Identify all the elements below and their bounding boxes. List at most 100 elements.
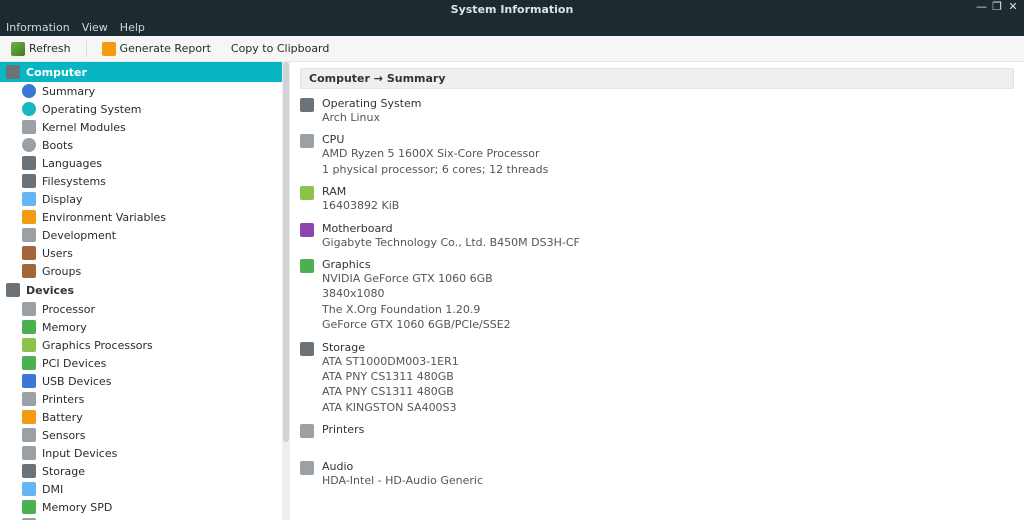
summary-value: NVIDIA GeForce GTX 1060 6GB	[322, 271, 1014, 286]
summary-icon	[300, 134, 314, 148]
tree-item-operating-system[interactable]: Operating System	[0, 100, 282, 118]
tree-item-label: Filesystems	[42, 175, 106, 188]
summary-value: GeForce GTX 1060 6GB/PCIe/SSE2	[322, 317, 1014, 332]
refresh-button[interactable]: Refresh	[6, 39, 76, 59]
tree-item-processor[interactable]: Processor	[0, 300, 282, 318]
tree-item-icon	[22, 264, 36, 278]
summary-block-ram: RAM16403892 KiB	[300, 185, 1014, 213]
tree-item-label: Languages	[42, 157, 102, 170]
tree-item-memory-spd[interactable]: Memory SPD	[0, 498, 282, 516]
window-controls: — ❐ ✕	[976, 2, 1018, 12]
summary-title: Motherboard	[322, 222, 1014, 235]
summary-value: ATA KINGSTON SA400S3	[322, 400, 1014, 415]
menu-bar: Information View Help	[0, 18, 1024, 36]
summary-block-printers: Printers	[300, 423, 1014, 438]
sidebar-scrollbar[interactable]	[282, 62, 290, 520]
tree-item-boots[interactable]: Boots	[0, 136, 282, 154]
tree-item-development[interactable]: Development	[0, 226, 282, 244]
tree-item-icon	[22, 102, 36, 116]
restore-button[interactable]: ❐	[992, 2, 1002, 12]
tree-item-usb-devices[interactable]: USB Devices	[0, 372, 282, 390]
tree-item-icon	[22, 174, 36, 188]
summary-title: Graphics	[322, 258, 1014, 271]
tree-item-label: Display	[42, 193, 83, 206]
summary-icon	[300, 223, 314, 237]
tree-item-label: Groups	[42, 265, 81, 278]
tree-item-label: Storage	[42, 465, 85, 478]
tree-item-storage[interactable]: Storage	[0, 462, 282, 480]
tree-item-label: Memory SPD	[42, 501, 112, 514]
tree-item-printers[interactable]: Printers	[0, 390, 282, 408]
tree-item-summary[interactable]: Summary	[0, 82, 282, 100]
section-icon	[6, 65, 20, 79]
tree-item-label: Input Devices	[42, 447, 117, 460]
summary-title: Printers	[322, 423, 1014, 436]
tree-item-label: Boots	[42, 139, 73, 152]
tree-item-icon	[22, 392, 36, 406]
tree-item-icon	[22, 374, 36, 388]
main-pane: Computer → Summary Operating SystemArch …	[290, 62, 1024, 520]
menu-information[interactable]: Information	[6, 21, 70, 34]
summary-icon	[300, 424, 314, 438]
tree-item-dmi[interactable]: DMI	[0, 480, 282, 498]
tree-section-computer[interactable]: Computer	[0, 62, 282, 82]
generate-report-button[interactable]: Generate Report	[97, 39, 216, 59]
tree-item-languages[interactable]: Languages	[0, 154, 282, 172]
summary-block-audio: AudioHDA-Intel - HD-Audio Generic	[300, 460, 1014, 488]
tree-item-resources[interactable]: Resources	[0, 516, 282, 520]
tree-item-icon	[22, 338, 36, 352]
tree-section-devices[interactable]: Devices	[0, 280, 282, 300]
close-button[interactable]: ✕	[1008, 2, 1018, 12]
tree-item-label: Graphics Processors	[42, 339, 153, 352]
summary-title: CPU	[322, 133, 1014, 146]
tree-item-label: PCI Devices	[42, 357, 106, 370]
summary-title: RAM	[322, 185, 1014, 198]
spacer	[300, 442, 1014, 452]
summary-value: 3840x1080	[322, 286, 1014, 301]
summary-value: Arch Linux	[322, 110, 1014, 125]
menu-view[interactable]: View	[82, 21, 108, 34]
tree-item-label: Kernel Modules	[42, 121, 126, 134]
tree-item-kernel-modules[interactable]: Kernel Modules	[0, 118, 282, 136]
tree-item-pci-devices[interactable]: PCI Devices	[0, 354, 282, 372]
copy-clipboard-button[interactable]: Copy to Clipboard	[226, 39, 334, 58]
tree-item-display[interactable]: Display	[0, 190, 282, 208]
tree-item-icon	[22, 428, 36, 442]
tree-item-environment-variables[interactable]: Environment Variables	[0, 208, 282, 226]
tree-item-label: DMI	[42, 483, 63, 496]
summary-icon	[300, 186, 314, 200]
tree-item-label: Development	[42, 229, 116, 242]
tree-item-icon	[22, 246, 36, 260]
sidebar-tree[interactable]: ComputerSummaryOperating System Kernel Mo…	[0, 62, 282, 520]
summary-title: Operating System	[322, 97, 1014, 110]
section-icon	[6, 283, 20, 297]
tree-item-memory[interactable]: Memory	[0, 318, 282, 336]
tree-item-label: Memory	[42, 321, 87, 334]
tree-item-icon	[22, 446, 36, 460]
tree-item-filesystems[interactable]: Filesystems	[0, 172, 282, 190]
scrollbar-thumb[interactable]	[283, 62, 289, 442]
refresh-label: Refresh	[29, 42, 71, 55]
summary-icon	[300, 342, 314, 356]
copy-clipboard-label: Copy to Clipboard	[231, 42, 329, 55]
tree-item-icon	[22, 320, 36, 334]
tree-item-icon	[22, 464, 36, 478]
minimize-button[interactable]: —	[976, 2, 986, 12]
tree-item-label: Printers	[42, 393, 84, 406]
tree-item-users[interactable]: Users	[0, 244, 282, 262]
tree-item-label: Environment Variables	[42, 211, 166, 224]
tree-item-sensors[interactable]: Sensors	[0, 426, 282, 444]
window-title: System Information	[451, 3, 574, 16]
summary-value: 16403892 KiB	[322, 198, 1014, 213]
tree-item-graphics-processors[interactable]: Graphics Processors	[0, 336, 282, 354]
summary-icon	[300, 461, 314, 475]
generate-report-label: Generate Report	[120, 42, 211, 55]
section-label: Devices	[26, 284, 74, 297]
refresh-icon	[11, 42, 25, 56]
tree-item-battery[interactable]: Battery	[0, 408, 282, 426]
menu-help[interactable]: Help	[120, 21, 145, 34]
tree-item-groups[interactable]: Groups	[0, 262, 282, 280]
tree-item-input-devices[interactable]: Input Devices	[0, 444, 282, 462]
tree-item-icon	[22, 410, 36, 424]
summary-body: Operating SystemArch LinuxCPUAMD Ryzen 5…	[300, 97, 1014, 488]
